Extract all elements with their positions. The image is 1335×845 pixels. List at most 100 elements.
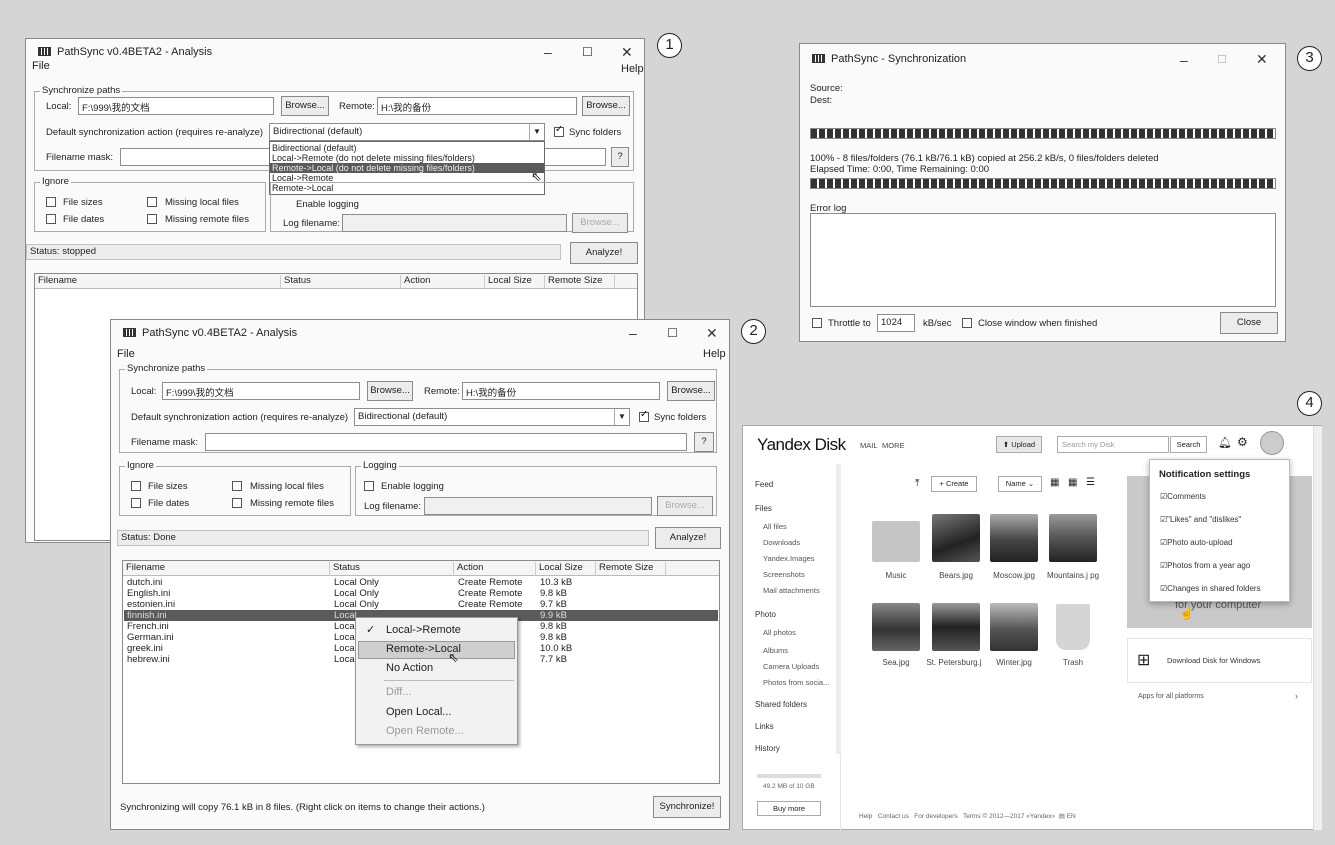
trash-icon[interactable]	[1056, 604, 1090, 650]
table-row[interactable]: estonien.ini Local Only Create Remote 9.7 k…	[124, 599, 718, 610]
sidebar-item-downloads[interactable]: Downloads	[763, 538, 800, 547]
mask-help-button[interactable]: ?	[694, 432, 714, 452]
create-button[interactable]: + Create	[931, 476, 977, 492]
yandex-disk-logo[interactable]: Yandex Disk	[757, 435, 846, 455]
column-header[interactable]: Status	[330, 562, 454, 576]
local-path-input[interactable]: F:\999\我的文档	[78, 97, 274, 115]
mask-help-button[interactable]: ?	[611, 147, 629, 167]
file-thumbnail-bears[interactable]	[932, 514, 980, 562]
more-link[interactable]: MORE	[882, 441, 905, 450]
file-sizes-checkbox[interactable]	[46, 197, 56, 207]
filename-mask-input[interactable]	[205, 433, 687, 451]
menu-help[interactable]: Help	[621, 63, 644, 75]
menu-item-open-remote[interactable]: Open Remote...	[386, 725, 464, 737]
menu-file[interactable]: File	[117, 348, 135, 360]
throttle-input[interactable]: 1024	[877, 314, 915, 332]
file-sizes-checkbox[interactable]	[131, 481, 141, 491]
search-input[interactable]: Search my Disk	[1057, 436, 1169, 453]
file-thumbnail-winter[interactable]	[990, 603, 1038, 651]
table-row[interactable]: English.ini Local Only Create Remote 9.8 kB	[124, 588, 718, 599]
default-action-select[interactable]: Bidirectional (default) ▼	[354, 408, 630, 426]
bell-icon[interactable]: 🔔︎	[1218, 436, 1232, 449]
menu-item-diff[interactable]: Diff...	[386, 686, 411, 698]
chevron-down-icon[interactable]: ▼	[614, 409, 629, 425]
analyze-button[interactable]: Analyze!	[655, 527, 721, 549]
mail-link[interactable]: MAIL	[860, 441, 878, 450]
maximize-button[interactable]: ☐	[667, 326, 678, 340]
file-thumbnail-mountains[interactable]	[1049, 514, 1097, 562]
maximize-button[interactable]: ☐	[582, 45, 593, 59]
footer-contact[interactable]: Contact us	[878, 813, 909, 820]
column-header[interactable]: Filename	[35, 275, 281, 289]
missing-remote-checkbox[interactable]	[147, 214, 157, 224]
apps-all-platforms-link[interactable]: Apps for all platforms	[1138, 693, 1204, 700]
sidebar-item-feed[interactable]: Feed	[755, 480, 773, 489]
notif-year-ago[interactable]: ☑Photos from a year ago	[1160, 561, 1250, 570]
menu-file[interactable]: File	[32, 60, 50, 72]
notif-likes[interactable]: ☑"Likes" and "dislikes"	[1160, 515, 1241, 524]
gear-icon[interactable]: ⚙	[1237, 435, 1248, 449]
sync-folders-checkbox[interactable]	[554, 124, 564, 137]
upload-button[interactable]: ⬆ Upload	[996, 436, 1042, 453]
column-header[interactable]: Remote Size	[545, 275, 615, 289]
minimize-button[interactable]: –	[1180, 52, 1188, 68]
column-header[interactable]: Action	[401, 275, 485, 289]
chevron-right-icon[interactable]: ›	[1295, 691, 1298, 701]
column-header[interactable]: Filename	[123, 562, 330, 576]
sidebar-scrollbar[interactable]	[836, 464, 841, 754]
maximize-button[interactable]: ☐	[1217, 53, 1227, 66]
title-bar[interactable]: PathSync - Synchronization – ☐ ✕	[800, 44, 1285, 72]
synchronize-button[interactable]: Synchronize!	[653, 796, 721, 818]
folder-icon[interactable]	[872, 521, 920, 562]
sidebar-item-photo[interactable]: Photo	[755, 610, 776, 619]
table-row[interactable]: dutch.ini Local Only Create Remote 10.3 kB	[124, 577, 718, 588]
analyze-button[interactable]: Analyze!	[570, 242, 638, 264]
missing-local-checkbox[interactable]	[232, 481, 242, 491]
remote-path-input[interactable]: H:\我的备份	[377, 97, 577, 115]
buy-more-button[interactable]: Buy more	[757, 801, 821, 816]
browse-local-button[interactable]: Browse...	[367, 381, 413, 401]
context-menu[interactable]: ✓ Local->Remote Remote->Local ⇖ No Actio…	[355, 617, 518, 745]
sidebar-item-mail-attachments[interactable]: Mail attachments	[763, 586, 820, 595]
enable-logging-checkbox[interactable]	[364, 481, 374, 491]
menu-item-local-remote[interactable]: Local->Remote	[386, 624, 461, 636]
column-header[interactable]: Local Size	[485, 275, 545, 289]
column-header[interactable]: Status	[281, 275, 401, 289]
menu-help[interactable]: Help	[703, 348, 726, 360]
sort-select[interactable]: Name ⌄	[998, 476, 1042, 492]
sidebar-item-camera-uploads[interactable]: Camera Uploads	[763, 662, 819, 671]
default-action-select[interactable]: Bidirectional (default) ▼	[269, 123, 545, 141]
close-button-main[interactable]: Close	[1220, 312, 1278, 334]
file-dates-checkbox[interactable]	[131, 498, 141, 508]
browse-log-button[interactable]: Browse...	[572, 213, 628, 233]
sidebar-item-screenshots[interactable]: Screenshots	[763, 570, 805, 579]
browse-remote-button[interactable]: Browse...	[582, 96, 630, 116]
missing-remote-checkbox[interactable]	[232, 498, 242, 508]
log-filename-input[interactable]	[424, 497, 652, 515]
close-button[interactable]: ✕	[1256, 51, 1268, 68]
column-header[interactable]: Remote Size	[596, 562, 666, 576]
dropdown-option[interactable]: Bidirectional (default)	[270, 143, 544, 153]
avatar[interactable]	[1260, 431, 1284, 455]
footer-lang[interactable]: EN	[1067, 813, 1076, 820]
column-header[interactable]: Action	[454, 562, 536, 576]
minimize-button[interactable]: –	[544, 44, 552, 60]
sidebar-item-files[interactable]: Files	[755, 504, 772, 513]
small-tiles-icon[interactable]: ▦	[1068, 477, 1077, 488]
sidebar-item-history[interactable]: History	[755, 744, 780, 753]
close-when-finished-checkbox[interactable]	[962, 318, 972, 328]
sidebar-item-albums[interactable]: Albums	[763, 646, 788, 655]
close-button[interactable]: ✕	[706, 325, 718, 342]
filename-mask-input-tail[interactable]	[542, 148, 606, 166]
enable-logging-label[interactable]: Enable logging	[296, 199, 359, 210]
chevron-down-icon[interactable]: ▼	[529, 124, 544, 140]
notification-settings-popup[interactable]: Notification settings ☑Comments ☑"Likes"…	[1149, 459, 1290, 602]
browse-log-button[interactable]: Browse...	[657, 496, 713, 516]
search-button[interactable]: Search	[1170, 436, 1207, 453]
footer-terms[interactable]: Terms	[963, 813, 981, 820]
list-view-icon[interactable]: ☰	[1086, 477, 1095, 488]
title-bar[interactable]: PathSync v0.4BETA2 - Analysis – ☐ ✕	[111, 320, 729, 348]
sidebar-item-shared[interactable]: Shared folders	[755, 700, 807, 709]
scrollbar-right[interactable]	[1313, 426, 1322, 830]
sidebar-item-yandex-images[interactable]: Yandex.Images	[763, 554, 815, 563]
